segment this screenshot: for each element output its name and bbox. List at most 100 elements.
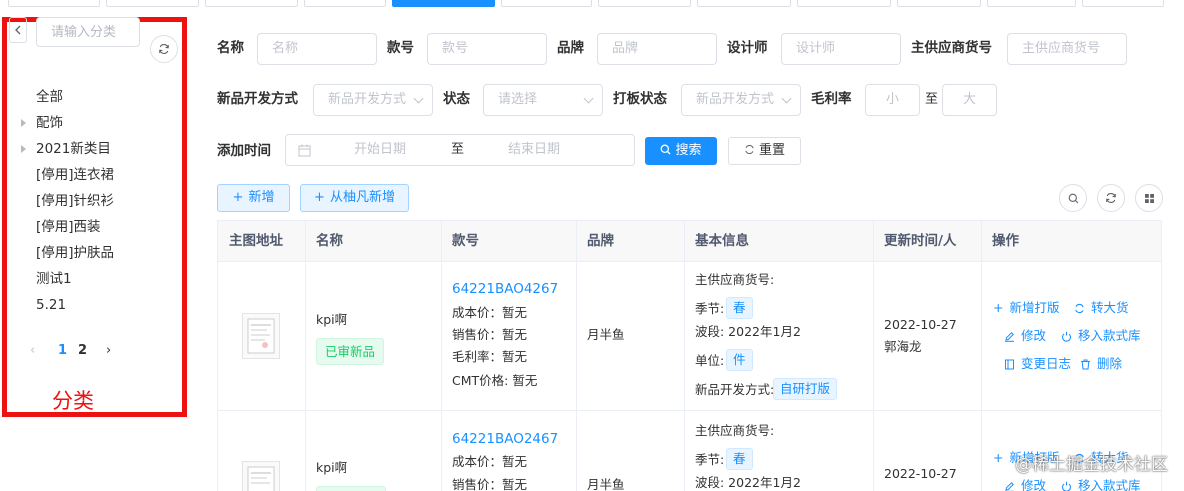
designer-input[interactable]: 设计师 [781,33,901,65]
edit-icon [1005,332,1014,342]
add-from-button-label: 从柚凡新增 [329,190,395,205]
tree-item[interactable]: 测试1 [36,269,72,289]
move-to-library-action[interactable]: 移入款式库 [1061,327,1141,345]
column-header: 款号 [452,233,479,249]
supplier-no-input[interactable]: 主供应商货号 [1007,33,1127,65]
style-no-input[interactable]: 款号 [427,33,547,65]
chevron-left-icon [15,25,21,35]
to-bulk-action[interactable]: 转大货 [1074,299,1129,317]
tab[interactable] [697,0,791,7]
power-icon [1061,331,1072,342]
tab[interactable] [106,0,199,7]
grid-icon [1144,193,1154,203]
tree-item[interactable]: [停用]连衣裙 [36,165,114,185]
add-button-label: 新增 [248,190,275,205]
add-from-youfan-button[interactable]: + 从柚凡新增 [300,184,409,212]
table-header: 主图地址 名称 款号 品牌 基本信息 更新时间/人 操作 [218,221,1161,262]
add-button[interactable]: + 新增 [217,184,290,212]
style-no-link[interactable]: 64221BAO2467 [452,430,558,448]
top-tab-strip [0,0,1184,8]
season-tag: 春 [726,297,753,319]
start-date-input[interactable]: 开始日期 [354,135,406,165]
tab[interactable] [797,0,891,7]
next-page-button[interactable]: › [106,341,111,361]
tree-item[interactable]: 5.21 [36,295,66,315]
season-tag: 春 [726,448,753,470]
margin-max-input[interactable]: 大 [942,84,997,116]
plus-icon: + [993,450,1004,465]
search-icon [1068,193,1078,203]
edit-icon [1005,482,1014,491]
columns-setting-button[interactable] [1135,184,1163,212]
status-badge: 已审新品 [316,338,385,365]
tab[interactable] [205,0,298,7]
search-button[interactable]: 搜索 [645,137,717,165]
tree-item[interactable]: [停用]针织衫 [36,191,114,211]
delete-action[interactable]: 删除 [1080,355,1122,373]
page-1[interactable]: 1 [58,341,67,361]
column-header: 名称 [316,233,343,249]
style-no-link[interactable]: 64221BAO4267 [452,280,558,298]
refresh-categories-button[interactable] [150,35,178,63]
action-label: 修改 [1021,328,1047,343]
brand-input[interactable]: 品牌 [597,33,717,65]
tab[interactable] [1082,0,1164,7]
sale-price: 销售价：暂无 [452,477,528,491]
plus-icon: + [993,300,1004,315]
tree-item[interactable]: 2021新类目 [36,139,111,159]
reset-button[interactable]: 重置 [728,137,801,165]
power-icon [1061,481,1072,491]
tree-item[interactable]: [停用]西装 [36,217,101,237]
unit-tag: 件 [726,349,753,371]
tree-item[interactable]: [停用]护肤品 [36,243,114,263]
tab[interactable] [987,0,1076,7]
image-icon [247,318,275,354]
proof-status-select[interactable]: 新品开发方式 [681,84,801,116]
end-date-input[interactable]: 结束日期 [508,135,560,165]
product-name: kpi啊 [316,460,348,475]
tab[interactable] [501,0,592,7]
margin-range-separator: 至 [925,92,939,107]
action-label: 变更日志 [1021,356,1072,371]
action-label: 新增打版 [1009,300,1060,315]
column-header: 品牌 [587,233,614,249]
tree-item[interactable]: 配饰 [36,113,63,133]
tab[interactable] [897,0,981,7]
supplier-no: 主供应商货号: [695,423,775,438]
dev-mode-select[interactable]: 新品开发方式 [313,84,433,116]
tab[interactable] [8,0,100,7]
tree-item-all[interactable]: 全部 [36,87,63,107]
reset-button-label: 重置 [758,143,785,158]
tab[interactable] [598,0,691,7]
annotation-label: 分类 [52,389,94,413]
refresh-table-button[interactable] [1097,184,1125,212]
prev-page-button[interactable]: ‹ [30,341,35,361]
name-input[interactable]: 名称 [257,33,377,65]
category-search-input[interactable] [36,17,140,47]
edit-action[interactable]: 修改 [1004,327,1046,345]
caret-right-icon[interactable] [21,145,26,153]
column-header: 基本信息 [695,233,749,249]
page-2[interactable]: 2 [78,341,87,361]
edit-action[interactable]: 修改 [1004,477,1046,491]
collapse-sidebar-button[interactable] [9,17,27,43]
dev-mode-label: 新品开发方式 [217,91,298,107]
status-select[interactable]: 请选择 [483,84,603,116]
brand-label: 品牌 [557,40,584,56]
move-to-library-action[interactable]: 移入款式库 [1061,477,1141,491]
add-proof-action[interactable]: + 新增打版 [993,299,1060,317]
tab[interactable] [304,0,386,7]
caret-right-icon[interactable] [21,119,26,127]
supplier-no: 主供应商货号: [695,272,775,287]
change-log-action[interactable]: 变更日志 [1004,355,1071,373]
brand-value: 月半鱼 [587,327,625,342]
product-thumbnail[interactable] [242,313,280,359]
product-thumbnail[interactable] [242,461,280,491]
refresh-icon [159,44,169,54]
action-label: 修改 [1021,478,1047,491]
toggle-search-button[interactable] [1059,184,1087,212]
date-range-picker[interactable]: 开始日期 至 结束日期 [285,134,635,166]
action-label: 移入款式库 [1078,328,1141,343]
tab-active[interactable] [392,0,495,7]
margin-min-input[interactable]: 小 [865,84,920,116]
